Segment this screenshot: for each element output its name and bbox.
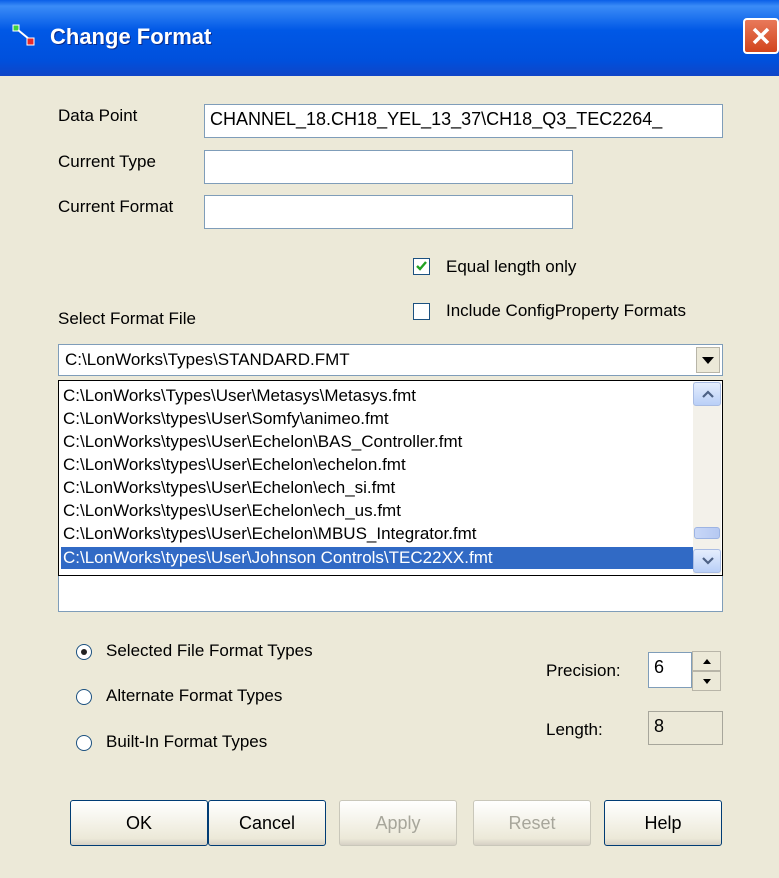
combobox-dropdown-button[interactable] [696,347,720,373]
format-file-selected: C:\LonWorks\Types\STANDARD.FMT [65,350,350,369]
change-format-dialog: Change Format Data Point CHANNEL_18.CH18… [0,0,779,878]
format-file-combobox[interactable]: C:\LonWorks\Types\STANDARD.FMT [58,344,723,376]
alternate-label[interactable]: Alternate Format Types [106,686,282,706]
length-label: Length: [546,720,603,739]
precision-input[interactable]: 6 [648,652,692,688]
list-footer-area [58,576,723,612]
current-type-field[interactable] [204,150,573,184]
close-icon [752,27,770,45]
select-format-file-label: Select Format File [58,309,196,328]
current-format-label: Current Format [58,197,174,216]
list-item[interactable]: C:\LonWorks\types\User\Echelon\ech_us.fm… [63,500,401,522]
apply-button[interactable]: Apply [339,800,457,846]
data-point-label: Data Point [58,106,138,125]
checkmark-icon [416,261,427,271]
list-scrollbar[interactable] [693,382,721,574]
precision-spinner[interactable] [692,651,721,691]
precision-label: Precision: [546,661,621,680]
equal-length-label[interactable]: Equal length only [446,257,576,277]
chevron-down-icon [702,557,714,565]
reset-button[interactable]: Reset [473,800,591,846]
help-button[interactable]: Help [604,800,722,846]
list-item[interactable]: C:\LonWorks\types\User\Somfy\animeo.fmt [63,408,389,430]
builtin-label[interactable]: Built-In Format Types [106,732,267,752]
title-bar[interactable]: Change Format [0,0,779,76]
list-item[interactable]: C:\LonWorks\types\User\Echelon\MBUS_Inte… [63,523,477,545]
scroll-thumb[interactable] [694,527,720,539]
format-file-list[interactable]: C:\LonWorks\Types\User\Metasys\Metasys.f… [58,380,723,576]
close-button[interactable] [743,18,779,54]
cancel-button[interactable]: Cancel [208,800,326,846]
current-format-field[interactable] [204,195,573,229]
current-type-label: Current Type [58,152,156,171]
data-point-field[interactable]: CHANNEL_18.CH18_YEL_13_37\CH18_Q3_TEC226… [204,104,723,138]
alternate-radio[interactable] [76,689,92,705]
spin-up-button[interactable] [692,651,721,671]
include-config-checkbox[interactable] [413,303,430,320]
ok-button[interactable]: OK [70,800,208,846]
window-title: Change Format [50,24,212,49]
list-item[interactable]: C:\LonWorks\Types\User\Metasys\Metasys.f… [63,385,416,407]
chevron-down-icon [702,357,714,364]
list-item[interactable]: C:\LonWorks\types\User\Echelon\BAS_Contr… [63,431,462,453]
selected-file-label[interactable]: Selected File Format Types [106,641,313,661]
list-item-selected[interactable]: C:\LonWorks\types\User\Johnson Controls\… [61,547,693,569]
selected-file-radio[interactable] [76,644,92,660]
chevron-up-icon [703,659,711,664]
builtin-radio[interactable] [76,735,92,751]
include-config-label[interactable]: Include ConfigProperty Formats [446,301,686,321]
length-field: 8 [648,711,723,745]
list-item[interactable]: C:\LonWorks\types\User\Echelon\echelon.f… [63,454,406,476]
scroll-up-button[interactable] [693,382,721,406]
spin-down-button[interactable] [692,671,721,691]
list-item[interactable]: C:\LonWorks\types\User\Echelon\ech_si.fm… [63,477,395,499]
chevron-up-icon [702,390,714,398]
network-app-icon [12,24,35,46]
chevron-down-icon [703,679,711,684]
scroll-down-button[interactable] [693,549,721,573]
equal-length-checkbox[interactable] [413,258,430,275]
